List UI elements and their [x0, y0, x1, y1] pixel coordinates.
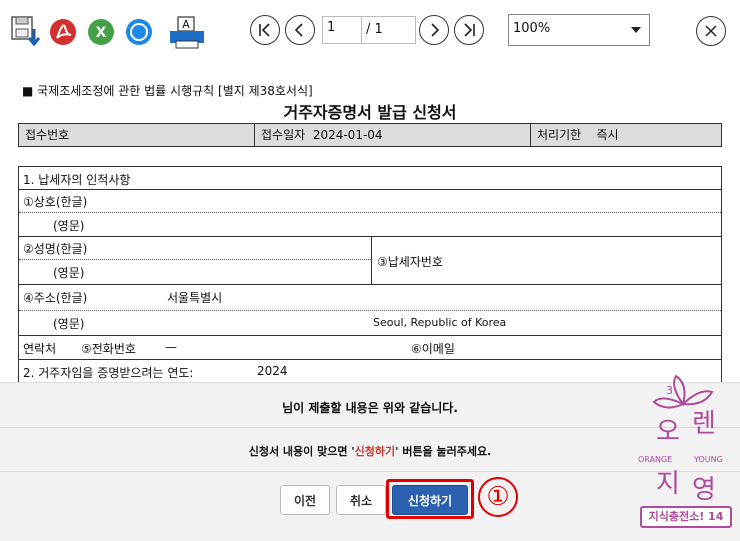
last-page-button[interactable] [454, 15, 484, 45]
address-kr-label: ④주소(한글) [23, 291, 88, 305]
logo-number: 3 [666, 384, 673, 397]
close-button[interactable] [696, 16, 726, 46]
receipt-date-value: 2024-01-04 [312, 128, 383, 142]
page-total: / 1 [362, 16, 416, 44]
toolbar: X A 1 / 1 100% [0, 0, 740, 62]
contact-label: 연락처 [23, 342, 57, 356]
instruction-post: ' 버튼을 눌러주세요. [395, 445, 492, 458]
first-page-button[interactable] [250, 15, 280, 45]
law-reference: ■ 국제조세조정에 관한 법률 시행규칙 [별지 제38호서식] [22, 84, 313, 98]
document-title: 거주자증명서 발급 신청서 [283, 103, 457, 122]
pdf-icon[interactable] [48, 15, 78, 49]
address-en-value: Seoul, Republic of Korea [373, 316, 507, 329]
save-download-icon[interactable] [10, 15, 41, 49]
receipt-date: 접수일자 2024-01-04 [255, 124, 531, 146]
chevron-down-icon [631, 27, 641, 33]
hwp-icon[interactable] [124, 15, 154, 49]
prev-page-button[interactable] [285, 15, 315, 45]
processing-period: 처리기한 즉시 [531, 124, 721, 146]
instruction-highlight: 신청하기 [354, 445, 396, 458]
annotation-highlight-box [386, 479, 474, 519]
email-label: ⑥이메일 [411, 342, 455, 356]
logo-arc-left: ORANGE [638, 455, 672, 464]
receipt-date-label: 접수일자 [261, 128, 306, 142]
logo-char-4: 영 [692, 475, 716, 505]
trade-name-en-label: (영문) [53, 219, 85, 233]
prev-button[interactable]: 이전 [280, 485, 330, 515]
address-en-label: (영문) [53, 317, 85, 331]
page-number-input[interactable]: 1 [322, 16, 362, 44]
document-viewer: ■ 국제조세조정에 관한 법률 시행규칙 [별지 제38호서식] 거주자증명서 … [0, 62, 740, 386]
receipt-table: 접수번호 접수일자 2024-01-04 처리기한 즉시 [18, 123, 722, 147]
year-value: 2024 [257, 364, 288, 378]
processing-period-value: 즉시 [596, 128, 619, 142]
phone-value: — [165, 340, 177, 354]
watermark-badge: 지식충전소! 14 [640, 506, 732, 528]
next-page-button[interactable] [419, 15, 449, 45]
logo-char-2: 렌 [692, 409, 716, 439]
excel-icon[interactable]: X [86, 15, 116, 49]
print-icon[interactable]: A [168, 15, 208, 49]
phone-label: ⑤전화번호 [81, 342, 136, 356]
processing-period-label: 처리기한 [537, 128, 582, 142]
svg-text:X: X [96, 25, 107, 41]
section-1-heading: 1. 납세자의 인적사항 [23, 173, 131, 187]
zoom-select[interactable]: 100% [508, 14, 650, 46]
receipt-number-label: 접수번호 [19, 124, 255, 146]
logo-char-1: 오 [656, 417, 680, 447]
logo-char-3: 지 [656, 469, 680, 499]
logo-arc-right: YOUNG [693, 455, 723, 464]
close-icon [705, 25, 717, 37]
step-marker: ① [478, 477, 518, 517]
trade-name-kr-label: ①상호(한글) [23, 195, 88, 209]
instruction-pre: 신청서 내용이 맞으면 ' [248, 445, 355, 458]
cancel-button[interactable]: 취소 [336, 485, 386, 515]
applicant-form: 1. 납세자의 인적사항 ①상호(한글) (영문) ②성명(한글) (영문) ③… [18, 166, 722, 386]
section-2-heading: 2. 거주자임을 증명받으려는 연도: [23, 366, 194, 380]
taxpayer-id-label: ③납세자번호 [377, 255, 443, 269]
svg-text:A: A [182, 18, 190, 31]
name-kr-label: ②성명(한글) [23, 242, 88, 256]
zoom-value: 100% [513, 21, 551, 36]
address-kr-value: 서울특별시 [167, 291, 223, 305]
name-en-label: (영문) [53, 266, 85, 280]
